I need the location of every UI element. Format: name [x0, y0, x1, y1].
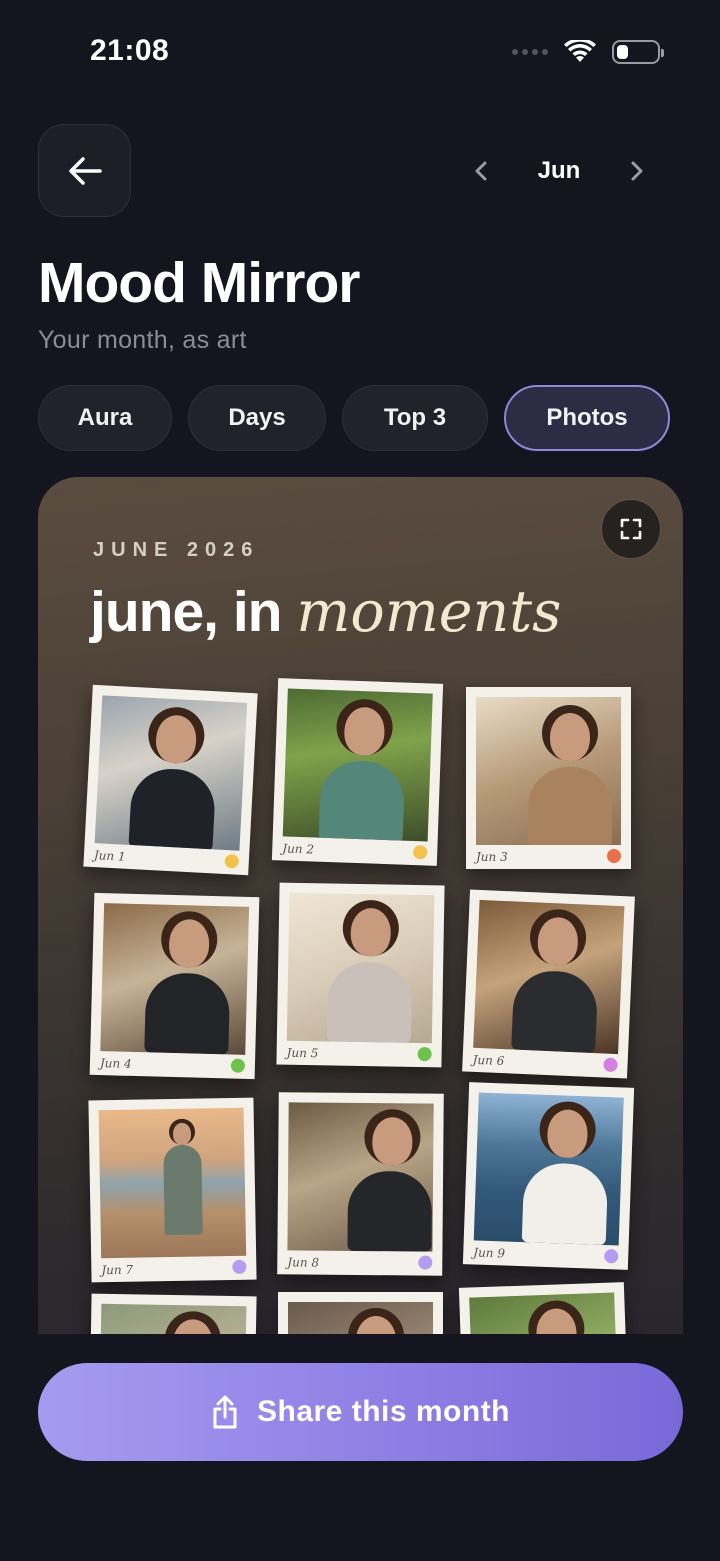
photo-caption: Jun 2 — [282, 841, 315, 857]
mood-indicator-icon — [232, 1259, 247, 1274]
photo-caption: Jun 4 — [99, 1056, 132, 1071]
page-subtitle: Your month, as art — [38, 326, 247, 354]
mood-indicator-icon — [417, 1047, 432, 1062]
photo-caption: Jun 9 — [473, 1245, 506, 1261]
photo-card[interactable]: Jun 4 — [89, 892, 260, 1080]
mood-indicator-icon — [603, 1248, 619, 1264]
photo-card[interactable] — [458, 1282, 631, 1334]
photo-image — [282, 688, 433, 842]
tab-photos[interactable]: Photos — [504, 385, 670, 451]
photo-card[interactable]: Jun 2 — [271, 678, 444, 866]
mood-indicator-icon — [230, 1058, 246, 1073]
tab-top-3[interactable]: Top 3 — [342, 385, 488, 451]
screen: 21:08 Jun Mood Mirror Your month, as art… — [0, 0, 720, 1561]
photo-card[interactable]: Jun 7 — [88, 1097, 257, 1283]
status-time: 21:08 — [90, 34, 170, 67]
status-icons — [512, 40, 664, 64]
photo-image — [287, 1102, 434, 1252]
photo-card[interactable]: Jun 1 — [83, 684, 258, 876]
share-month-button[interactable]: Share this month — [38, 1363, 683, 1461]
fullscreen-button[interactable] — [601, 499, 661, 559]
photo-caption: Jun 5 — [286, 1045, 319, 1061]
share-icon — [213, 1395, 237, 1429]
headline-plain: june, in — [90, 580, 282, 644]
card-eyebrow: JUNE 2026 — [93, 539, 260, 561]
photo-image — [473, 899, 625, 1055]
card-headline: june, in moments — [90, 579, 561, 645]
photo-image — [100, 903, 250, 1055]
next-month-button[interactable] — [614, 148, 660, 194]
tab-days[interactable]: Days — [188, 385, 326, 451]
mood-indicator-icon — [607, 849, 621, 863]
photo-caption: Jun 6 — [472, 1052, 505, 1069]
tab-aura[interactable]: Aura — [38, 385, 172, 451]
share-button-label: Share this month — [256, 1395, 511, 1428]
mood-indicator-icon — [412, 844, 428, 860]
photo-card[interactable] — [278, 1292, 443, 1334]
month-switcher: Jun — [458, 148, 660, 194]
view-tabs: Aura Days Top 3 Photos — [38, 385, 670, 451]
photo-card[interactable]: Jun 5 — [276, 882, 445, 1068]
photo-image — [473, 1092, 624, 1246]
photo-image — [469, 1292, 620, 1334]
photo-card[interactable]: Jun 9 — [462, 1082, 635, 1270]
back-button[interactable] — [38, 124, 131, 217]
photos-card: JUNE 2026 june, in moments Jun 1 Jun 2 J… — [38, 477, 683, 1334]
photo-card[interactable]: Jun 6 — [462, 889, 635, 1079]
previous-month-button[interactable] — [458, 148, 504, 194]
headline-italic: moments — [296, 579, 562, 645]
photo-image — [288, 1302, 433, 1334]
photo-image — [94, 695, 248, 851]
photo-image — [476, 697, 621, 845]
photo-card[interactable] — [88, 1293, 257, 1334]
current-month: Jun — [537, 157, 581, 184]
photo-caption: Jun 3 — [476, 850, 508, 864]
page-title: Mood Mirror — [38, 251, 360, 315]
cellular-signal-icon — [512, 49, 548, 55]
photo-card[interactable]: Jun 8 — [277, 1092, 444, 1276]
photo-card[interactable]: Jun 3 — [466, 687, 631, 869]
chevron-right-icon — [631, 161, 643, 181]
photo-image — [286, 892, 435, 1044]
expand-icon — [620, 518, 642, 540]
mood-indicator-icon — [603, 1057, 618, 1073]
chevron-left-icon — [475, 161, 487, 181]
wifi-icon — [564, 40, 596, 62]
mood-indicator-icon — [224, 853, 240, 869]
photo-caption: Jun 7 — [101, 1262, 134, 1278]
battery-icon — [612, 40, 664, 64]
photo-caption: Jun 1 — [93, 848, 127, 864]
mood-indicator-icon — [418, 1255, 433, 1270]
photo-caption: Jun 8 — [287, 1255, 320, 1270]
arrow-left-icon — [68, 156, 102, 185]
photo-image — [98, 1107, 247, 1259]
photo-image — [98, 1303, 247, 1334]
